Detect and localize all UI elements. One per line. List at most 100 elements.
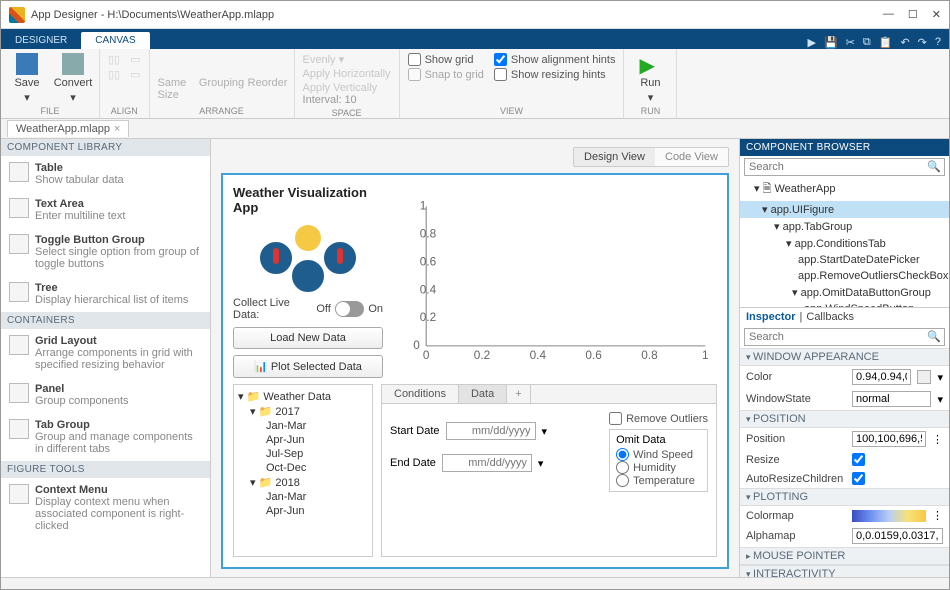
save-button[interactable]: Save▾ bbox=[9, 53, 45, 104]
prop-alphamap-field[interactable] bbox=[852, 528, 943, 544]
group-label-arrange: ARRANGE bbox=[158, 104, 286, 118]
svg-text:0.8: 0.8 bbox=[420, 226, 437, 240]
file-tab-bar: WeatherApp.mlapp× bbox=[1, 119, 949, 139]
reorder-button[interactable]: Reorder bbox=[250, 53, 286, 89]
svg-text:0.8: 0.8 bbox=[641, 348, 658, 362]
library-item[interactable]: Tab GroupGroup and manage components in … bbox=[1, 413, 210, 461]
code-view-tab[interactable]: Code View bbox=[655, 148, 728, 166]
temperature-radio[interactable]: Temperature bbox=[616, 474, 701, 487]
tab-designer[interactable]: DESIGNER bbox=[1, 32, 81, 49]
axes-plot[interactable]: 00.20.40.60.81 00.20.40.60.81 bbox=[393, 185, 717, 378]
section-mouse[interactable]: ▸ MOUSE POINTER bbox=[740, 547, 949, 565]
colormap-preview[interactable] bbox=[852, 510, 926, 522]
titlebar: App Designer - H:\Documents\WeatherApp.m… bbox=[1, 1, 949, 29]
section-window-appearance[interactable]: ▾ WINDOW APPEARANCE bbox=[740, 348, 949, 366]
align-left-icon[interactable]: ▯▯ bbox=[108, 53, 120, 66]
callbacks-tab[interactable]: Callbacks bbox=[806, 311, 854, 323]
alignment-hints-check[interactable]: Show alignment hints bbox=[494, 53, 616, 66]
grouping-button[interactable]: Grouping bbox=[204, 53, 240, 89]
undo-icon[interactable]: ↶ bbox=[900, 36, 909, 49]
svg-text:0.6: 0.6 bbox=[420, 254, 437, 268]
snap-grid-check[interactable]: Snap to grid bbox=[408, 68, 484, 81]
end-date-picker[interactable] bbox=[442, 454, 532, 472]
prop-autoresize-check[interactable] bbox=[852, 472, 865, 485]
evenly-dropdown[interactable]: Evenly ▾ bbox=[303, 53, 391, 66]
inspector-search[interactable] bbox=[744, 328, 945, 346]
redo-icon[interactable]: ↷ bbox=[918, 36, 927, 49]
uifigure-canvas[interactable]: Weather Visualization App Collect Live D… bbox=[221, 173, 729, 569]
align-center-icon[interactable]: ▯▯ bbox=[108, 68, 120, 81]
data-tab[interactable]: Data bbox=[459, 385, 507, 403]
convert-button[interactable]: Convert▾ bbox=[55, 53, 91, 104]
remove-outliers-check[interactable]: Remove Outliers bbox=[609, 412, 708, 425]
calendar-icon[interactable]: ▾ bbox=[542, 425, 548, 438]
apply-horizontally[interactable]: Apply Horizontally bbox=[303, 68, 391, 80]
close-file-icon[interactable]: × bbox=[114, 123, 120, 135]
more-icon[interactable]: ⋮ bbox=[932, 433, 943, 446]
library-item[interactable]: TableShow tabular data bbox=[1, 156, 210, 192]
help-icon[interactable]: ? bbox=[935, 36, 941, 49]
prop-position-field[interactable] bbox=[852, 431, 926, 447]
add-tab-icon[interactable]: + bbox=[507, 385, 530, 403]
search-icon[interactable]: 🔍 bbox=[927, 160, 941, 173]
close-icon[interactable]: ✕ bbox=[932, 8, 941, 21]
show-grid-check[interactable]: Show grid bbox=[408, 53, 484, 66]
plot-data-button[interactable]: 📊 Plot Selected Data bbox=[233, 355, 383, 378]
svg-text:0.4: 0.4 bbox=[420, 282, 437, 296]
copy-icon[interactable]: ⧉ bbox=[863, 36, 871, 49]
color-swatch[interactable] bbox=[917, 370, 931, 384]
run-quick-icon[interactable]: ▶ bbox=[807, 36, 815, 49]
resizing-hints-check[interactable]: Show resizing hints bbox=[494, 68, 616, 81]
collect-toggle[interactable] bbox=[335, 301, 364, 317]
dropdown-icon[interactable]: ▾ bbox=[937, 393, 943, 406]
calendar-icon[interactable]: ▾ bbox=[538, 457, 544, 470]
file-tab[interactable]: WeatherApp.mlapp× bbox=[7, 120, 129, 137]
svg-text:0.4: 0.4 bbox=[530, 348, 547, 362]
inspector-tab[interactable]: Inspector bbox=[746, 311, 796, 323]
paste-icon[interactable]: 📋 bbox=[879, 36, 893, 49]
save-quick-icon[interactable]: 💾 bbox=[824, 36, 838, 49]
library-item[interactable]: Toggle Button GroupSelect single option … bbox=[1, 228, 210, 276]
cut-icon[interactable]: ✂ bbox=[846, 36, 855, 49]
prop-winstate-field[interactable] bbox=[852, 391, 931, 407]
minimize-icon[interactable]: — bbox=[883, 8, 894, 21]
section-position[interactable]: ▾ POSITION bbox=[740, 410, 949, 428]
search-icon[interactable]: 🔍 bbox=[927, 330, 941, 343]
section-interactivity[interactable]: ▾ INTERACTIVITY bbox=[740, 565, 949, 577]
library-item[interactable]: Grid LayoutArrange components in grid wi… bbox=[1, 329, 210, 377]
collect-label: Collect Live Data: bbox=[233, 297, 312, 321]
svg-text:0.2: 0.2 bbox=[420, 310, 436, 324]
weather-tree[interactable]: ▾ 📁 Weather Data ▾ 📁 2017 Jan-Mar Apr-Ju… bbox=[233, 384, 373, 557]
svg-text:0.6: 0.6 bbox=[585, 348, 602, 362]
humidity-radio[interactable]: Humidity bbox=[616, 461, 701, 474]
library-item[interactable]: Context MenuDisplay context menu when as… bbox=[1, 478, 210, 538]
prop-color-field[interactable] bbox=[852, 369, 911, 385]
component-tree[interactable]: ▾ 🗎 WeatherApp ▾ app.UIFigure ▾ app.TabG… bbox=[740, 178, 949, 308]
load-data-button[interactable]: Load New Data bbox=[233, 327, 383, 349]
design-view-tab[interactable]: Design View bbox=[574, 148, 655, 166]
prop-winstate-label: WindowState bbox=[746, 393, 846, 405]
maximize-icon[interactable]: ☐ bbox=[908, 8, 918, 21]
wind-speed-radio[interactable]: Wind Speed bbox=[616, 448, 701, 461]
library-item[interactable]: PanelGroup components bbox=[1, 377, 210, 413]
section-plotting[interactable]: ▾ PLOTTING bbox=[740, 488, 949, 506]
align-mid-icon[interactable]: ▭ bbox=[130, 68, 140, 81]
conditions-tab[interactable]: Conditions bbox=[382, 385, 459, 403]
browser-search[interactable] bbox=[744, 158, 945, 176]
off-label: Off bbox=[316, 303, 330, 315]
align-top-icon[interactable]: ▭ bbox=[130, 53, 140, 66]
group-label-align: ALIGN bbox=[108, 104, 141, 118]
more-icon[interactable]: ⋮ bbox=[932, 509, 943, 522]
prop-alphamap-label: Alphamap bbox=[746, 530, 846, 542]
library-item[interactable]: Text AreaEnter multiline text bbox=[1, 192, 210, 228]
same-size-button[interactable]: Same Size bbox=[158, 53, 194, 101]
svg-text:1: 1 bbox=[702, 348, 709, 362]
tab-canvas[interactable]: CANVAS bbox=[81, 32, 149, 49]
dropdown-icon[interactable]: ▾ bbox=[937, 371, 943, 384]
library-item[interactable]: TreeDisplay hierarchical list of items bbox=[1, 276, 210, 312]
prop-resize-check[interactable] bbox=[852, 453, 865, 466]
run-button[interactable]: ▶Run▾ bbox=[632, 53, 668, 104]
start-date-picker[interactable] bbox=[446, 422, 536, 440]
apply-vertically[interactable]: Apply Vertically bbox=[303, 82, 391, 94]
group-label-view: VIEW bbox=[408, 104, 616, 118]
